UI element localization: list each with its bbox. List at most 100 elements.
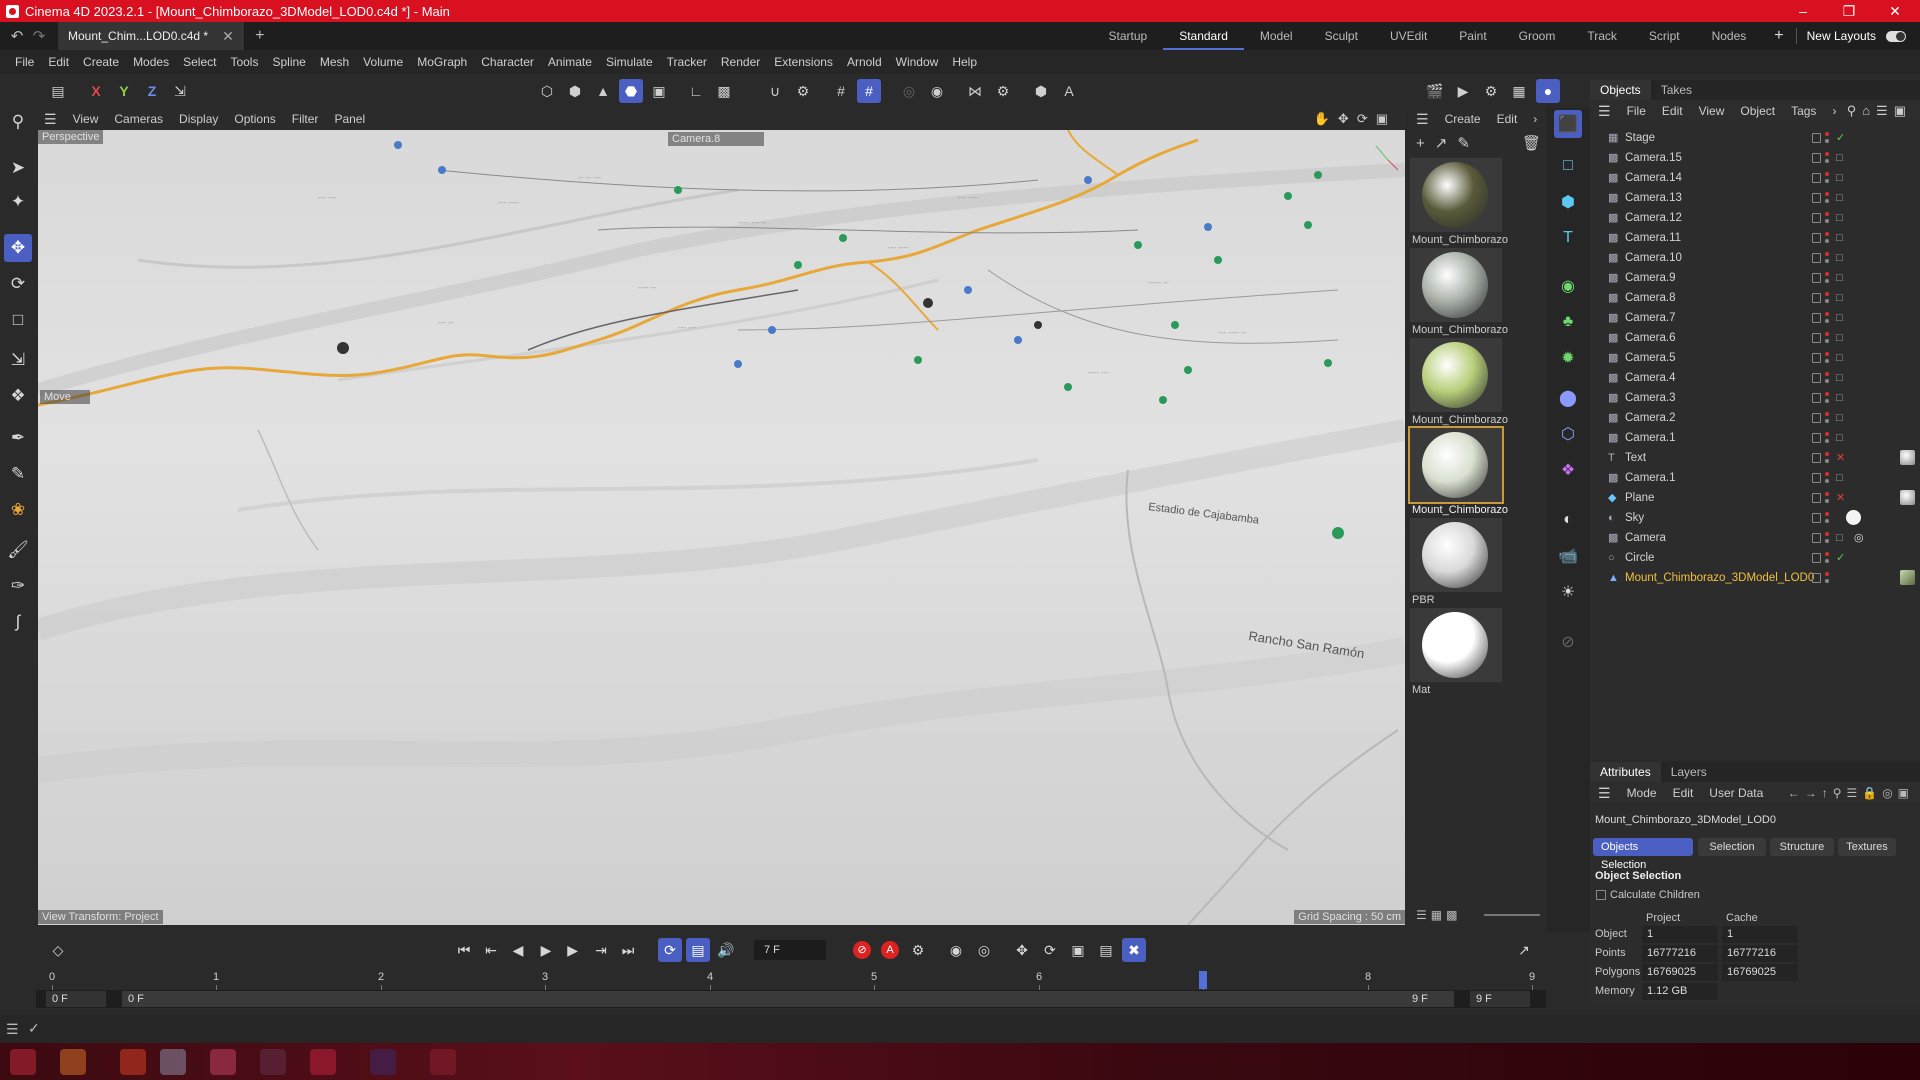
visibility-toggle[interactable] [1812, 333, 1821, 343]
light-icon[interactable]: ☀ [1554, 578, 1582, 606]
objects-menu-object[interactable]: Object [1732, 104, 1783, 118]
snap-settings-icon[interactable]: ⚙ [791, 79, 815, 103]
search-icon[interactable]: ⚲ [4, 108, 32, 136]
object-status-icon[interactable]: □ [1836, 292, 1847, 304]
visibility-toggle[interactable] [1812, 193, 1821, 203]
menu-create[interactable]: Create [76, 50, 126, 74]
subtab-selection[interactable]: Selection [1698, 838, 1766, 856]
object-row[interactable]: ▩ Camera.7 □ [1590, 308, 1920, 328]
uv-mode-icon[interactable]: ▣ [647, 79, 671, 103]
symmetry-settings-icon[interactable]: ⚙ [991, 79, 1015, 103]
render-visibility-dots[interactable] [1825, 211, 1830, 225]
new-layouts-button[interactable]: New Layouts [1797, 29, 1886, 43]
visibility-toggle[interactable] [1812, 353, 1821, 363]
material-swatch[interactable]: Mount_Chimborazo [1410, 158, 1508, 246]
spline-pen-icon[interactable]: ✒ [4, 424, 32, 452]
go-to-start-icon[interactable]: ⏮ [452, 938, 476, 962]
paint-brush-icon[interactable]: 🖌 [4, 536, 32, 564]
material-tag-icon[interactable] [1900, 490, 1915, 505]
taskbar-app-icon[interactable] [260, 1049, 286, 1075]
object-row[interactable]: ◆ Plane ✕ [1590, 488, 1920, 508]
move-tool-icon[interactable]: ✥ [4, 234, 32, 262]
grid-snap-icon[interactable]: # [829, 79, 853, 103]
visibility-toggle[interactable] [1812, 393, 1821, 403]
add-layout-icon[interactable]: + [1762, 27, 1795, 45]
visibility-toggle[interactable] [1812, 293, 1821, 303]
material-view-mode-icons[interactable]: ☰▦▩ [1416, 908, 1461, 922]
object-status-icon[interactable]: □ [1836, 312, 1847, 324]
coordinate-system-icon[interactable]: ⇲ [168, 79, 192, 103]
loop-icon[interactable]: ⟳ [658, 938, 682, 962]
visibility-toggle[interactable] [1812, 473, 1821, 483]
render-view-icon[interactable]: ⬢ [1029, 79, 1053, 103]
field-icon[interactable]: ❖ [1554, 456, 1582, 484]
tab-attributes[interactable]: Attributes [1590, 762, 1661, 782]
object-row[interactable]: T Text ✕ [1590, 448, 1920, 468]
point-transform-icon[interactable]: ❖ [4, 382, 32, 410]
material-hamburger-icon[interactable]: ☰ [1408, 111, 1437, 128]
object-status-icon[interactable] [1836, 573, 1847, 584]
tab-takes[interactable]: Takes [1651, 80, 1702, 100]
objects-menu-tags[interactable]: Tags [1783, 104, 1824, 118]
close-tab-icon[interactable]: ✕ [222, 28, 234, 45]
subtab-textures[interactable]: Textures [1838, 838, 1896, 856]
menu-spline[interactable]: Spline [265, 50, 312, 74]
taskbar-app-icon[interactable] [160, 1049, 186, 1075]
object-status-icon[interactable]: ✓ [1836, 132, 1847, 144]
trash-icon[interactable]: 🗑 [1522, 134, 1541, 152]
effector-icon[interactable]: ✹ [1554, 344, 1582, 372]
material-swatch[interactable]: PBR [1410, 518, 1502, 606]
render-visibility-dots[interactable] [1825, 131, 1830, 145]
brush-tool-icon[interactable]: ❀ [4, 496, 32, 524]
render-visibility-dots[interactable] [1825, 191, 1830, 205]
subtab-objects-selection[interactable]: Objects Selection [1593, 838, 1693, 871]
render-queue-icon[interactable]: ▦ [1507, 79, 1531, 103]
close-icon[interactable]: ✕ [1872, 0, 1918, 22]
redo-icon[interactable]: ↷ [28, 27, 50, 45]
camera-target-tag-icon[interactable]: ◎ [1854, 532, 1865, 544]
playhead[interactable] [1199, 971, 1207, 989]
object-status-icon[interactable]: □ [1836, 192, 1847, 204]
menu-arnold[interactable]: Arnold [840, 50, 889, 74]
subdivision-surface-icon[interactable]: ◉ [1554, 272, 1582, 300]
taskbar-app-icon[interactable] [120, 1049, 146, 1075]
material-size-slider[interactable] [1484, 914, 1540, 916]
cube-icon[interactable]: ⬢ [1554, 188, 1582, 216]
render-visibility-dots[interactable] [1825, 351, 1830, 365]
object-status-icon[interactable]: □ [1836, 332, 1847, 344]
keyframe-diamond-icon[interactable]: ◇ [46, 938, 70, 962]
viewport-menu-panel[interactable]: Panel [326, 112, 373, 126]
render-visibility-dots[interactable] [1825, 271, 1830, 285]
layout-tab-standard[interactable]: Standard [1163, 22, 1244, 50]
taskbar-app-icon[interactable] [210, 1049, 236, 1075]
material-swatch[interactable]: Mat [1410, 608, 1502, 696]
taskbar-app-icon[interactable] [430, 1049, 456, 1075]
visibility-toggle[interactable] [1812, 273, 1821, 283]
layout-tab-model[interactable]: Model [1244, 22, 1309, 50]
deformer-icon[interactable]: ⬤ [1554, 384, 1582, 412]
object-status-icon[interactable]: □ [1836, 172, 1847, 184]
environment-icon[interactable]: ◐ [1554, 506, 1582, 534]
rotate-tool-icon[interactable]: ⟳ [4, 270, 32, 298]
attr-menu-user-data[interactable]: User Data [1701, 786, 1771, 800]
layout-tab-uvedit[interactable]: UVEdit [1374, 22, 1443, 50]
visibility-toggle[interactable] [1812, 413, 1821, 423]
transfer-tool-icon[interactable]: ⇲ [4, 346, 32, 374]
material-menu-edit[interactable]: Edit [1489, 112, 1526, 126]
render-region-icon[interactable]: ◎ [897, 79, 921, 103]
material-swatch[interactable]: Mount_Chimborazo [1410, 338, 1508, 426]
layout-toggle[interactable] [1886, 30, 1906, 42]
position-key-icon[interactable]: ✥ [1010, 938, 1034, 962]
polygons-mode-icon[interactable]: ▲ [591, 79, 615, 103]
object-status-icon[interactable]: □ [1836, 232, 1847, 244]
material-tag-icon[interactable] [1846, 510, 1861, 525]
taskbar-app-icon[interactable] [60, 1049, 86, 1075]
visibility-toggle[interactable] [1812, 533, 1821, 543]
viewport-camera-icon[interactable]: ⬛ [1554, 110, 1582, 138]
tab-layers[interactable]: Layers [1661, 762, 1717, 782]
layout-tab-startup[interactable]: Startup [1092, 22, 1163, 50]
render-visibility-dots[interactable] [1825, 391, 1830, 405]
key-selection-icon[interactable]: ◉ [944, 938, 968, 962]
edit-render-settings-icon[interactable]: ⚙ [1479, 79, 1503, 103]
sound-icon[interactable]: 🔊 [714, 938, 738, 962]
